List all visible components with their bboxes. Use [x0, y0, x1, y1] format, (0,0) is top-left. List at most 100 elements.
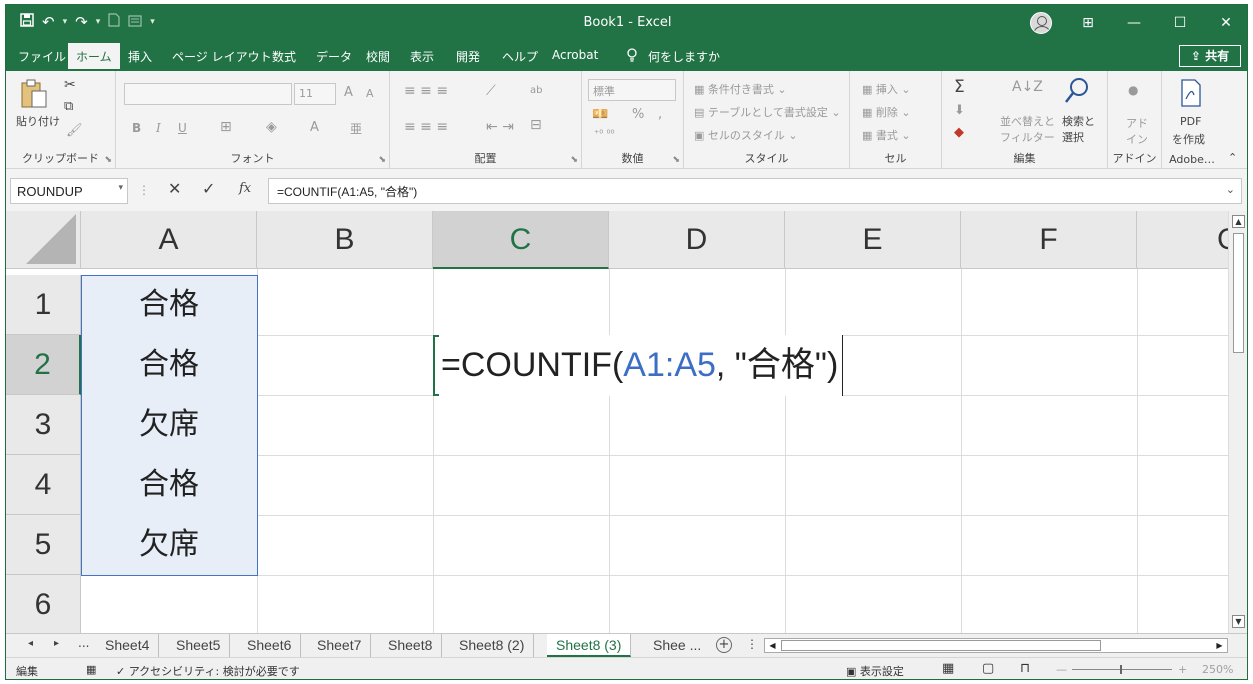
font-size-select[interactable]: 11 [294, 83, 336, 105]
indent-icon[interactable]: ⇤ ⇥ [486, 119, 514, 135]
align-left-icon[interactable]: ≡ ≡ ≡ [404, 119, 448, 135]
addins-icon[interactable]: ● [1128, 83, 1138, 97]
next-sheet-icon[interactable]: ▸ [54, 638, 59, 649]
tab-review[interactable]: 校閲 [366, 48, 390, 65]
borders-icon[interactable]: ⊞ [220, 119, 232, 135]
font-launcher-icon[interactable]: ⬊ [378, 155, 386, 165]
sheet-tab-sheet5[interactable]: Sheet5 [167, 634, 231, 657]
tab-insert[interactable]: 挿入 [128, 48, 152, 65]
tab-home[interactable]: ホーム [68, 43, 120, 71]
format-painter-icon[interactable]: 🖌 [66, 123, 83, 138]
horizontal-scroll-thumb[interactable] [781, 640, 1101, 651]
tab-developer[interactable]: 開発 [456, 48, 480, 65]
sheet-tab-sheet7[interactable]: Sheet7 [308, 634, 372, 657]
format-as-table-button[interactable]: ▤ テーブルとして書式設定 ⌄ [694, 104, 841, 120]
tab-data[interactable]: データ [316, 48, 352, 65]
sheet-tab-sheet4[interactable]: Sheet4 [96, 634, 160, 657]
more-sheets-button[interactable]: ... [78, 636, 89, 650]
fill-icon[interactable]: ⬇ [954, 103, 965, 118]
minimize-button[interactable]: — [1111, 15, 1157, 31]
phonetic-guide-button[interactable]: 亜 [350, 120, 362, 137]
format-cells-button[interactable]: ▦ 書式 ⌄ [862, 127, 911, 143]
normal-view-icon[interactable]: ▦ [942, 661, 954, 676]
vertical-scrollbar[interactable]: ▲ ▼ [1228, 211, 1247, 633]
paste-icon[interactable] [20, 79, 48, 112]
column-header-g[interactable]: G [1137, 211, 1228, 269]
number-launcher-icon[interactable]: ⬊ [672, 155, 680, 165]
sort-filter-icon[interactable]: A↓Z [1012, 79, 1043, 95]
comma-button[interactable]: , [658, 107, 662, 122]
scroll-up-icon[interactable]: ▲ [1232, 215, 1245, 228]
cancel-formula-button[interactable]: ✕ [168, 179, 181, 198]
row-header-3[interactable]: 3 [6, 395, 81, 455]
insert-function-button[interactable]: fx [239, 181, 251, 196]
percent-button[interactable]: % [632, 107, 644, 122]
create-pdf-label-2[interactable]: を作成 [1172, 131, 1205, 147]
fill-color-icon[interactable]: ◈ [266, 119, 277, 135]
copy-icon[interactable]: ⧉ [64, 99, 73, 114]
sheet-tab-sheet8-3[interactable]: Sheet8 (3) [547, 634, 632, 657]
name-box[interactable]: ROUNDUP ▾ [10, 178, 128, 204]
column-header-b[interactable]: B [257, 211, 433, 269]
vertical-scroll-thumb[interactable] [1233, 233, 1244, 353]
sheet-tab-sheet8[interactable]: Sheet8 [379, 634, 443, 657]
grow-font-button[interactable]: A [344, 85, 353, 100]
addins-label-1[interactable]: アド [1126, 115, 1148, 131]
search-icon[interactable] [1064, 77, 1090, 108]
font-name-select[interactable] [124, 83, 292, 105]
row-header-1[interactable]: 1 [6, 275, 81, 335]
cell-editor-c2[interactable]: =COUNTIF(A1:A5, "合格") [439, 335, 844, 396]
find-select-label-2[interactable]: 選択 [1062, 129, 1084, 145]
page-layout-view-icon[interactable]: ▢ [982, 661, 994, 676]
expand-formula-bar-icon[interactable]: ⌄ [1226, 183, 1235, 196]
page-break-view-icon[interactable]: ⊓ [1020, 661, 1030, 676]
worksheet-grid[interactable]: A B C D E F G 1 2 3 4 5 6 合格 合格 欠席 合格 欠席… [6, 211, 1228, 633]
formula-input[interactable]: =COUNTIF(A1:A5, "合格") ⌄ [268, 178, 1242, 204]
select-all-button[interactable] [6, 211, 81, 269]
add-sheet-icon[interactable]: + [716, 637, 732, 653]
close-button[interactable]: ✕ [1203, 15, 1247, 31]
bold-button[interactable]: B [132, 121, 141, 135]
row-header-5[interactable]: 5 [6, 515, 81, 575]
prev-sheet-icon[interactable]: ◂ [28, 638, 33, 649]
collapse-ribbon-icon[interactable]: ⌃ [1228, 151, 1237, 164]
delete-cells-button[interactable]: ▦ 削除 ⌄ [862, 104, 911, 120]
tab-page-layout[interactable]: ページ レイアウト [172, 48, 272, 65]
increase-decimal-icon[interactable]: ⁺⁰ ⁰⁰ [594, 129, 614, 140]
sheet-tab-sheet8-2[interactable]: Sheet8 (2) [450, 634, 535, 657]
orientation-icon[interactable]: ⟋ [486, 83, 496, 99]
tell-me-search[interactable]: 何をしますか [648, 48, 720, 65]
cut-icon[interactable]: ✂ [64, 77, 76, 93]
align-top-icon[interactable]: ≡ ≡ ≡ [404, 83, 448, 99]
sheet-tab-sheet6[interactable]: Sheet6 [238, 634, 302, 657]
number-format-select[interactable]: 標準 [588, 79, 676, 101]
insert-cells-button[interactable]: ▦ 挿入 ⌄ [862, 81, 911, 97]
tab-view[interactable]: 表示 [410, 48, 434, 65]
alignment-launcher-icon[interactable]: ⬊ [570, 155, 578, 165]
addins-label-2[interactable]: イン [1126, 131, 1148, 147]
merge-center-icon[interactable]: ⊟ [530, 117, 542, 133]
clear-icon[interactable]: ◆ [954, 125, 964, 140]
column-header-c[interactable]: C [433, 211, 609, 269]
cell-styles-button[interactable]: ▣ セルのスタイル ⌄ [694, 127, 798, 143]
row-header-6[interactable]: 6 [6, 575, 81, 633]
column-header-d[interactable]: D [609, 211, 785, 269]
underline-button[interactable]: U [178, 121, 187, 135]
column-header-f[interactable]: F [961, 211, 1137, 269]
ribbon-display-options-button[interactable]: ⊞ [1065, 15, 1111, 31]
create-pdf-label-1[interactable]: PDF [1180, 115, 1201, 128]
row-header-4[interactable]: 4 [6, 455, 81, 515]
account-avatar-icon[interactable] [1030, 12, 1052, 34]
enter-formula-button[interactable]: ✓ [202, 179, 215, 198]
tab-formulas[interactable]: 数式 [272, 48, 296, 65]
find-select-label-1[interactable]: 検索と [1062, 113, 1095, 129]
wrap-text-button[interactable]: ab [530, 85, 542, 96]
tab-split-grip-icon[interactable]: ⋮ [746, 637, 758, 651]
zoom-out-button[interactable]: — [1056, 663, 1067, 676]
row-header-2[interactable]: 2 [6, 335, 81, 395]
zoom-in-button[interactable]: + [1178, 663, 1187, 676]
share-button[interactable]: ⇪ 共有 [1179, 45, 1241, 67]
zoom-slider-thumb[interactable] [1120, 665, 1122, 674]
font-color-button[interactable]: A [310, 120, 319, 135]
conditional-format-button[interactable]: ▦ 条件付き書式 ⌄ [694, 81, 787, 97]
